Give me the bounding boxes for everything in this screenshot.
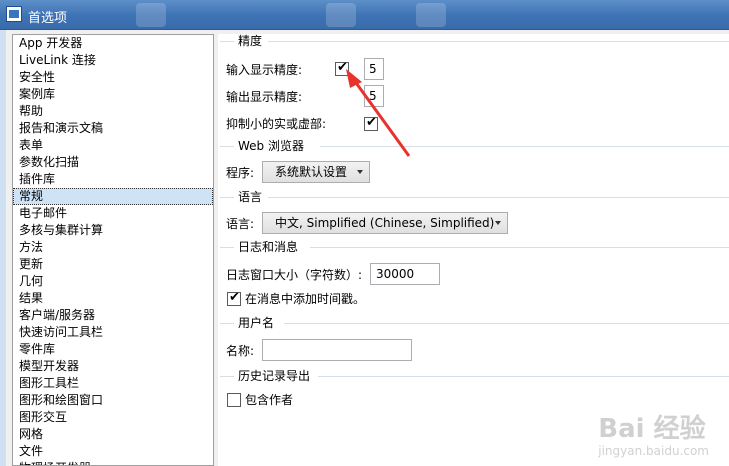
nav-item[interactable]: 电子邮件 bbox=[13, 205, 213, 222]
user-name-field[interactable] bbox=[262, 339, 412, 361]
log-size-field[interactable]: 30000 bbox=[370, 263, 440, 285]
nav-item[interactable]: LiveLink 连接 bbox=[13, 52, 213, 69]
section-history: 历史记录导出 bbox=[218, 369, 729, 383]
checkmark-icon: ✔ bbox=[229, 290, 240, 305]
language-label: 语言: bbox=[226, 217, 255, 231]
language-value: 中文, Simplified (Chinese, Simplified) bbox=[275, 216, 495, 230]
user-name-label: 名称: bbox=[226, 344, 255, 358]
nav-item[interactable]: 零件库 bbox=[13, 341, 213, 358]
window-title: 首选项 bbox=[28, 11, 68, 26]
nav-item[interactable]: 常规 bbox=[13, 188, 213, 205]
nav-item[interactable]: 物理场开发器 bbox=[13, 460, 213, 465]
section-log: 日志和消息 bbox=[218, 240, 729, 254]
nav-item[interactable]: App 开发器 bbox=[13, 35, 213, 52]
nav-item[interactable]: 图形工具栏 bbox=[13, 375, 213, 392]
nav-item[interactable]: 图形交互 bbox=[13, 409, 213, 426]
language-dropdown[interactable]: 中文, Simplified (Chinese, Simplified) bbox=[262, 212, 508, 234]
watermark-url: jingyan.baidu.com bbox=[598, 444, 709, 458]
taskbar-thumbnail-icon bbox=[326, 3, 356, 27]
nav-item[interactable]: 图形和绘图窗口 bbox=[13, 392, 213, 409]
section-precision-header: 精度 bbox=[238, 34, 267, 48]
nav-item[interactable]: 参数化扫描 bbox=[13, 154, 213, 171]
nav-item[interactable]: 文件 bbox=[13, 443, 213, 460]
nav-item[interactable]: 表单 bbox=[13, 137, 213, 154]
section-log-header: 日志和消息 bbox=[238, 240, 303, 254]
browser-program-dropdown[interactable]: 系统默认设置 bbox=[262, 161, 370, 183]
timestamp-checkbox[interactable]: ✔ bbox=[227, 290, 241, 306]
section-precision: 精度 bbox=[218, 34, 729, 48]
nav-item[interactable]: 安全性 bbox=[13, 69, 213, 86]
section-language: 语言 bbox=[218, 190, 729, 204]
checkmark-icon: ✔ bbox=[337, 60, 348, 75]
nav-item[interactable]: 多核与集群计算 bbox=[13, 222, 213, 239]
include-author-label: 包含作者 bbox=[245, 393, 294, 407]
taskbar-thumbnail-icon bbox=[136, 3, 166, 27]
nav-item[interactable]: 插件库 bbox=[13, 171, 213, 188]
include-author-checkbox[interactable] bbox=[227, 393, 241, 407]
suppress-small-label: 抑制小的实或虚部: bbox=[226, 117, 327, 131]
chevron-down-icon bbox=[357, 170, 363, 174]
timestamp-label: 在消息中添加时间戳。 bbox=[245, 292, 366, 306]
watermark-logo: Bai 经验 bbox=[598, 414, 706, 444]
nav-item[interactable]: 更新 bbox=[13, 256, 213, 273]
chevron-down-icon bbox=[495, 221, 501, 225]
suppress-small-checkbox[interactable]: ✔ bbox=[364, 115, 378, 131]
section-language-header: 语言 bbox=[238, 190, 267, 204]
program-label: 程序: bbox=[226, 166, 255, 180]
title-bar: 首选项 bbox=[0, 0, 729, 30]
nav-item[interactable]: 模型开发器 bbox=[13, 358, 213, 375]
input-precision-field[interactable]: 5 bbox=[364, 58, 384, 80]
checkmark-icon: ✔ bbox=[366, 115, 377, 130]
nav-item[interactable]: 报告和演示文稿 bbox=[13, 120, 213, 137]
nav-item[interactable]: 方法 bbox=[13, 239, 213, 256]
nav-item[interactable]: 结果 bbox=[13, 290, 213, 307]
nav-item[interactable]: 快速访问工具栏 bbox=[13, 324, 213, 341]
nav-item[interactable]: 网格 bbox=[13, 426, 213, 443]
watermark: Bai 经验 jingyan.baidu.com bbox=[598, 414, 709, 458]
app-icon bbox=[6, 6, 22, 22]
category-list[interactable]: App 开发器 LiveLink 连接 安全性 案例库 帮助 报告和演示文稿 表单 参数化扫描… bbox=[12, 34, 214, 466]
nav-item[interactable]: 客户端/服务器 bbox=[13, 307, 213, 324]
output-precision-field[interactable]: 5 bbox=[364, 85, 384, 107]
section-user: 用户名 bbox=[218, 316, 729, 330]
section-web: Web 浏览器 bbox=[218, 139, 729, 153]
nav-item[interactable]: 帮助 bbox=[13, 103, 213, 120]
settings-panel: 精度 输入显示精度: ✔ 5 输出显示精度: 5 抑制小的实或虚部: ✔ Web… bbox=[218, 34, 729, 466]
browser-program-value: 系统默认设置 bbox=[275, 165, 348, 179]
section-history-header: 历史记录导出 bbox=[238, 369, 315, 383]
log-size-label: 日志窗口大小（字符数）: bbox=[226, 268, 363, 282]
nav-item[interactable]: 几何 bbox=[13, 273, 213, 290]
taskbar-thumbnail-icon bbox=[416, 3, 446, 27]
section-web-header: Web 浏览器 bbox=[238, 139, 308, 153]
nav-item[interactable]: 案例库 bbox=[13, 86, 213, 103]
input-precision-label: 输入显示精度: bbox=[226, 63, 303, 77]
input-precision-checkbox[interactable]: ✔ bbox=[335, 60, 349, 76]
section-user-header: 用户名 bbox=[238, 316, 279, 330]
output-precision-label: 输出显示精度: bbox=[226, 90, 303, 104]
